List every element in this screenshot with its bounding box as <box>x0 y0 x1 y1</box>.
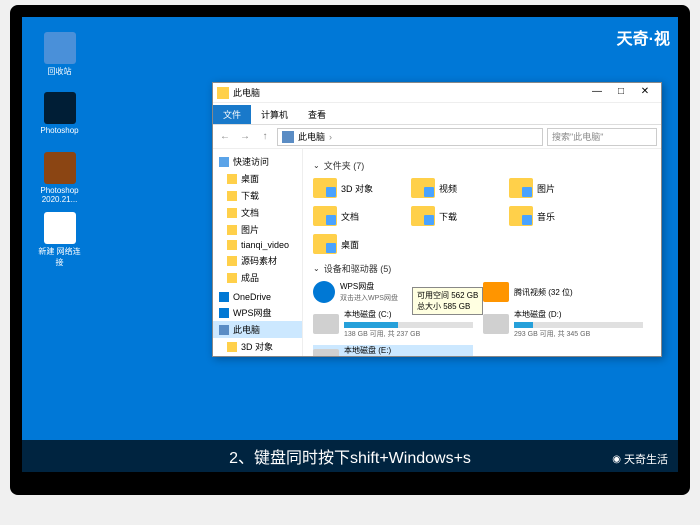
sidebar-item[interactable]: 文档 <box>213 204 302 221</box>
minimize-button[interactable]: — <box>585 85 609 101</box>
forward-button[interactable]: → <box>237 129 253 145</box>
window-title: 此电脑 <box>233 86 585 99</box>
folder-item[interactable]: 音乐 <box>509 206 579 226</box>
sidebar-item[interactable]: 成品 <box>213 269 302 286</box>
ribbon-file[interactable]: 文件 <box>213 105 251 124</box>
close-button[interactable]: ✕ <box>633 85 657 101</box>
desktop-icon-ps[interactable]: Photoshop <box>37 92 82 135</box>
folder-item[interactable]: 下载 <box>411 206 481 226</box>
monitor-frame: 天奇·视 回收站 Photoshop Photoshop 2020.21... … <box>10 5 690 495</box>
search-input[interactable]: 搜索"此电脑" <box>547 128 657 146</box>
sidebar-this-pc[interactable]: 此电脑 <box>213 321 302 338</box>
folder-item[interactable]: 视频 <box>411 178 481 198</box>
sidebar-quick-access[interactable]: 快速访问 <box>213 153 302 170</box>
desktop-icon-recycle[interactable]: 回收站 <box>37 32 82 77</box>
watermark-bottom-right: 天奇生活 <box>612 451 668 467</box>
folder-icon <box>217 87 229 99</box>
pc-icon <box>282 131 294 143</box>
address-box[interactable]: 此电脑 › <box>277 128 543 146</box>
maximize-button[interactable]: □ <box>609 85 633 101</box>
sidebar-item[interactable]: 3D 对象 <box>213 338 302 355</box>
watermark-top-right: 天奇·视 <box>617 25 670 49</box>
desktop-icon-doc[interactable]: 新建 网络连接 <box>37 212 82 268</box>
drive-tencent[interactable]: 腾讯视频 (32 位) <box>483 281 643 303</box>
sidebar-item[interactable]: 源码素材 <box>213 252 302 269</box>
ribbon-view[interactable]: 查看 <box>298 105 336 124</box>
folder-item[interactable]: 3D 对象 <box>313 178 383 198</box>
sidebar-item[interactable]: 桌面 <box>213 170 302 187</box>
ribbon-computer[interactable]: 计算机 <box>251 105 298 124</box>
drive-e[interactable]: 本地磁盘 (E:)562... <box>313 345 473 356</box>
sidebar-onedrive[interactable]: OneDrive <box>213 290 302 304</box>
drives-header[interactable]: 设备和驱动器 (5) <box>313 262 651 275</box>
address-text: 此电脑 <box>298 130 325 143</box>
desktop-screen: 天奇·视 回收站 Photoshop Photoshop 2020.21... … <box>22 17 678 472</box>
explorer-window: 此电脑 — □ ✕ 文件 计算机 查看 ← → ↑ 此电脑 › <box>212 82 662 357</box>
address-bar: ← → ↑ 此电脑 › 搜索"此电脑" <box>213 125 661 149</box>
instruction-caption: 2、键盘同时按下shift+Windows+s <box>22 440 678 472</box>
back-button[interactable]: ← <box>217 129 233 145</box>
up-button[interactable]: ↑ <box>257 129 273 145</box>
sidebar-item[interactable]: 图片 <box>213 221 302 238</box>
ribbon: 文件 计算机 查看 <box>213 103 661 125</box>
folders-header[interactable]: 文件夹 (7) <box>313 159 651 172</box>
sidebar-item[interactable]: tianqi_video <box>213 238 302 252</box>
drive-tooltip: 可用空间 562 GB 总大小 585 GB <box>412 287 483 315</box>
folder-item[interactable]: 桌面 <box>313 234 383 254</box>
folder-item[interactable]: 文档 <box>313 206 383 226</box>
sidebar-item[interactable]: 下载 <box>213 187 302 204</box>
titlebar[interactable]: 此电脑 — □ ✕ <box>213 83 661 103</box>
content-pane: 文件夹 (7) 3D 对象 视频 图片 文档 下载 音乐 桌面 设备和驱动器 (… <box>303 149 661 356</box>
drive-d[interactable]: 本地磁盘 (D:)293 GB 可用, 共 345 GB <box>483 309 643 339</box>
sidebar: 快速访问 桌面 下载 文档 图片 tianqi_video 源码素材 成品 On… <box>213 149 303 356</box>
desktop-icon-ps2020[interactable]: Photoshop 2020.21... <box>37 152 82 204</box>
sidebar-item[interactable]: 视频 <box>213 355 302 356</box>
sidebar-wps[interactable]: WPS网盘 <box>213 304 302 321</box>
folder-item[interactable]: 图片 <box>509 178 579 198</box>
